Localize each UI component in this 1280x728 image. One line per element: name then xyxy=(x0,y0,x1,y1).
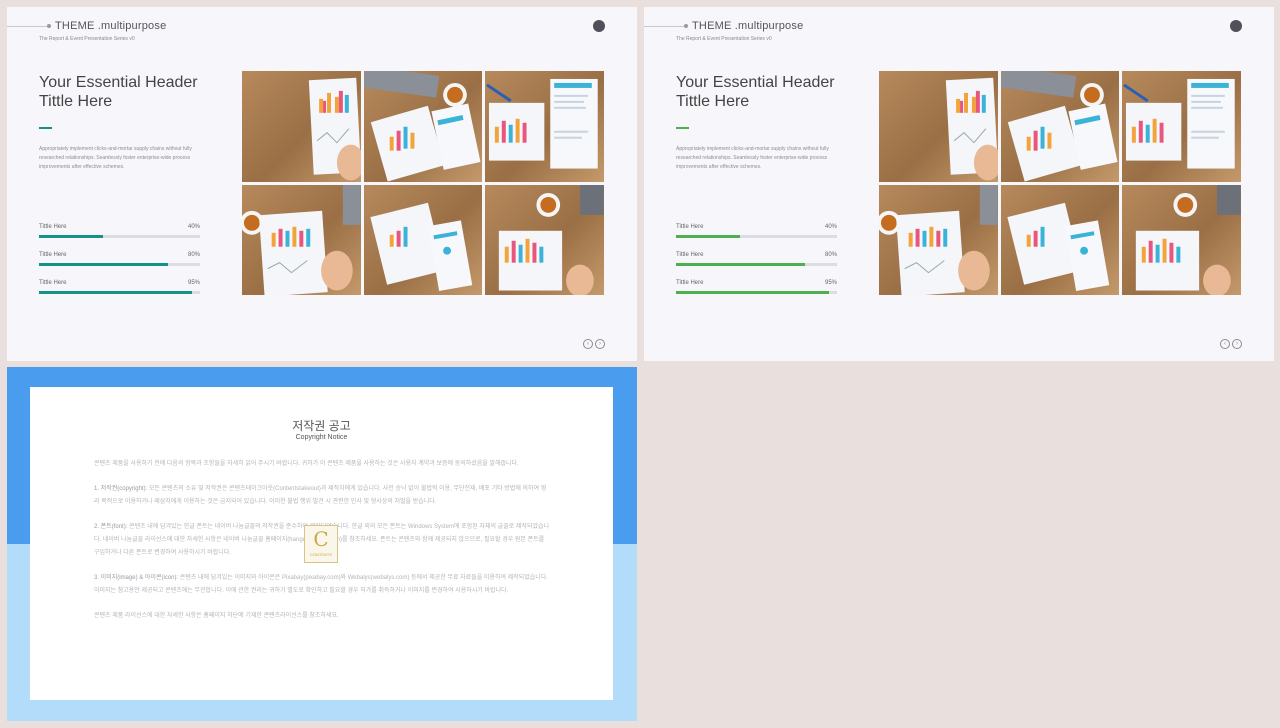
section-heading: 1. 저작권(copyright): xyxy=(94,486,148,492)
corner-dot-icon xyxy=(593,20,605,32)
desk-photo-2 xyxy=(363,71,483,182)
next-arrow-icon[interactable]: › xyxy=(1232,339,1242,349)
progress-row-3: Tittle Here 95% xyxy=(39,280,200,296)
section-heading: 2. 폰트(font): xyxy=(94,524,128,530)
progress-percent: 95% xyxy=(187,280,200,286)
next-arrow-icon[interactable]: › xyxy=(595,339,605,349)
progress-row-2: Tittle Here 80% xyxy=(676,252,837,268)
progress-row-2: Tittle Here 80% xyxy=(39,252,200,268)
progress-fill xyxy=(676,263,805,266)
prev-arrow-icon[interactable]: ‹ xyxy=(583,339,593,349)
slide-description: Appropriately implement clicks-and-morta… xyxy=(39,146,192,170)
desk-photo-3 xyxy=(1122,71,1241,182)
progress-label: Tittle Here xyxy=(676,224,704,230)
desk-photo-1 xyxy=(879,71,998,182)
theme-title: THEME .multipurpose xyxy=(55,20,167,32)
desk-photo-6 xyxy=(485,184,604,295)
theme-subtitle: The Report & Event Presentation Series v… xyxy=(39,36,135,42)
slide-nav: ‹ › xyxy=(583,339,605,349)
copyright-outro: 콘텐츠 제품 라이선스에 대한 자세한 사항은 홈페이지 하단에 기재한 콘텐츠… xyxy=(94,613,339,619)
copyright-intro: 콘텐츠 제품을 사용하기 전에 다음의 항목과 조항들을 자세히 읽어 주시기 … xyxy=(94,461,519,467)
theme-line xyxy=(644,26,684,27)
progress-row-3: Tittle Here 95% xyxy=(676,280,837,296)
prev-arrow-icon[interactable]: ‹ xyxy=(1220,339,1230,349)
slide-nav: ‹ › xyxy=(1220,339,1242,349)
photo-grid xyxy=(242,71,604,295)
copyright-title: 저작권 공고 xyxy=(292,419,351,433)
progress-track xyxy=(676,235,837,238)
progress-track xyxy=(39,235,200,238)
progress-percent: 80% xyxy=(824,252,837,258)
progress-label: Tittle Here xyxy=(39,224,67,230)
header-line-2: Tittle Here xyxy=(676,93,750,110)
slide-green: THEME .multipurpose The Report & Event P… xyxy=(644,7,1274,361)
desk-photo-5 xyxy=(1000,184,1120,295)
desk-photo-5 xyxy=(363,184,483,295)
progress-row-1: Tittle Here 40% xyxy=(39,224,200,240)
progress-row-1: Tittle Here 40% xyxy=(676,224,837,240)
theme-title: THEME .multipurpose xyxy=(692,20,804,32)
desk-photo-2 xyxy=(1000,71,1120,182)
progress-label: Tittle Here xyxy=(39,252,67,258)
seal-letter: C xyxy=(313,527,329,551)
header-line-2: Tittle Here xyxy=(39,93,113,110)
copyright-slide: 저작권 공고 Copyright Notice 콘텐츠 제품을 사용하기 전에 … xyxy=(7,367,637,721)
progress-track xyxy=(39,263,200,266)
desk-photo-4 xyxy=(879,184,998,295)
theme-subtitle: The Report & Event Presentation Series v… xyxy=(676,36,772,42)
header-line-1: Your Essential Header xyxy=(676,74,835,91)
section-text: 모든 콘텐츠의 소유 및 저작권은 콘텐츠테이크아웃(Contentstakeo… xyxy=(94,486,547,505)
progress-label: Tittle Here xyxy=(676,252,704,258)
theme-dot xyxy=(47,24,51,28)
progress-fill xyxy=(39,235,104,238)
desk-photo-1 xyxy=(242,71,361,182)
progress-percent: 40% xyxy=(824,224,837,230)
copyright-section-3: 3. 이미지(image) & 아이콘(icon): 콘텐츠 내에 담겨있는 이… xyxy=(94,572,550,598)
progress-percent: 80% xyxy=(187,252,200,258)
desk-photo-3 xyxy=(485,71,604,182)
slide-header: Your Essential Header Tittle Here xyxy=(39,73,229,111)
slide-teal: THEME .multipurpose The Report & Event P… xyxy=(7,7,637,361)
progress-label: Tittle Here xyxy=(676,280,704,286)
copyright-card: 저작권 공고 Copyright Notice 콘텐츠 제품을 사용하기 전에 … xyxy=(30,387,613,700)
progress-track xyxy=(39,291,200,294)
accent-line xyxy=(39,127,52,129)
accent-line xyxy=(676,127,689,129)
header-line-1: Your Essential Header xyxy=(39,74,198,91)
corner-dot-icon xyxy=(1230,20,1242,32)
progress-percent: 40% xyxy=(187,224,200,230)
contents-seal-logo: C CONTENTS xyxy=(304,525,338,563)
copyright-subtitle: Copyright Notice xyxy=(295,434,348,441)
slide-header: Your Essential Header Tittle Here xyxy=(676,73,866,111)
desk-photo-4 xyxy=(242,184,361,295)
progress-label: Tittle Here xyxy=(39,280,67,286)
progress-fill xyxy=(676,291,829,294)
photo-grid xyxy=(879,71,1241,295)
desk-photo-6 xyxy=(1122,184,1241,295)
slide-description: Appropriately implement clicks-and-morta… xyxy=(676,146,829,170)
copyright-section-1: 1. 저작권(copyright): 모든 콘텐츠의 소유 및 저작권은 콘텐츠… xyxy=(94,483,550,509)
theme-dot xyxy=(684,24,688,28)
progress-fill xyxy=(676,235,741,238)
progress-percent: 95% xyxy=(824,280,837,286)
section-heading: 3. 이미지(image) & 아이콘(icon): xyxy=(94,575,179,581)
progress-fill xyxy=(39,291,192,294)
theme-line xyxy=(7,26,47,27)
progress-fill xyxy=(39,263,168,266)
progress-track xyxy=(676,291,837,294)
progress-track xyxy=(676,263,837,266)
seal-text: CONTENTS xyxy=(310,552,332,557)
